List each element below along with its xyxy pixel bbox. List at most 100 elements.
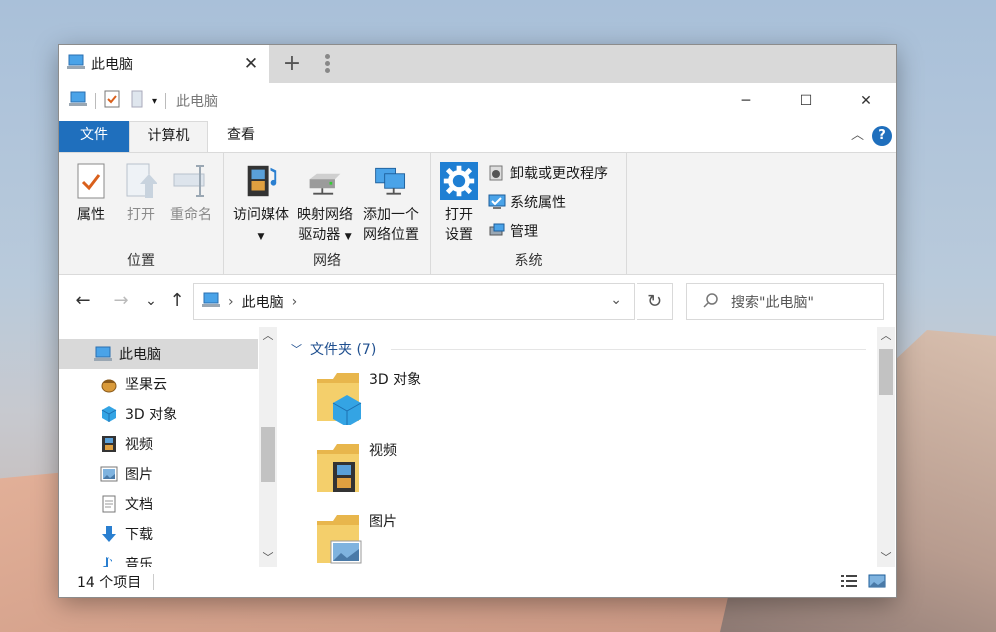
add-location-label-2: 网络位置 xyxy=(363,227,419,243)
up-button[interactable]: ↑ xyxy=(165,289,189,313)
add-location-label-1: 添加一个 xyxy=(363,207,419,223)
tab-view[interactable]: 查看 xyxy=(209,121,273,152)
manage-label: 管理 xyxy=(510,224,538,240)
open-icon xyxy=(122,159,160,203)
scroll-down-icon[interactable]: ﹀ xyxy=(877,549,895,567)
nav-item-3d-objects[interactable]: 3D 对象 xyxy=(59,399,258,429)
nav-item-label: 文档 xyxy=(125,497,153,513)
folder-pictures-icon xyxy=(313,511,365,567)
nav-item-videos[interactable]: 视频 xyxy=(59,429,258,459)
refresh-button[interactable]: ↻ xyxy=(637,283,673,320)
dropdown-arrow-icon: ▼ xyxy=(344,232,352,242)
tab-computer[interactable]: 计算机 xyxy=(129,121,208,152)
folders-section-header[interactable]: ﹀ 文件夹 (7) xyxy=(291,339,866,359)
nav-item-label: 图片 xyxy=(125,467,153,483)
minimize-button[interactable]: ─ xyxy=(716,83,776,119)
new-tab-button[interactable]: + xyxy=(281,52,303,76)
folder-name: 图片 xyxy=(369,514,397,530)
rename-icon xyxy=(172,159,210,203)
breadcrumb-this-pc[interactable]: 此电脑 xyxy=(242,292,284,312)
forward-button[interactable]: → xyxy=(109,289,133,313)
content-scrollbar[interactable]: ︿ ﹀ xyxy=(877,327,895,567)
recent-locations-button[interactable]: ⌄ xyxy=(139,289,163,313)
nav-item-pictures[interactable]: 图片 xyxy=(59,459,258,489)
section-title: 文件夹 (7) xyxy=(310,342,377,358)
uninstall-button[interactable]: 卸载或更改程序 xyxy=(487,163,608,183)
nav-item-documents[interactable]: 文档 xyxy=(59,489,258,519)
properties-qa-icon[interactable] xyxy=(104,90,120,112)
large-icons-view-icon[interactable] xyxy=(868,574,886,592)
nav-item-downloads[interactable]: 下载 xyxy=(59,519,258,549)
address-bar[interactable]: › 此电脑 › ⌄ xyxy=(193,283,635,320)
tab-file[interactable]: 文件 xyxy=(59,121,129,152)
network-location-icon xyxy=(372,159,410,203)
tab-close-button[interactable]: ✕ xyxy=(241,54,261,74)
search-icon xyxy=(703,292,719,312)
add-network-location-button[interactable]: 添加一个 网络位置 xyxy=(357,159,425,245)
scrollbar-thumb[interactable] xyxy=(261,427,275,482)
access-media-button[interactable]: 访问媒体 ▼ xyxy=(229,159,293,247)
folder-3d-icon xyxy=(313,369,365,427)
video-icon xyxy=(99,434,119,454)
scroll-up-icon[interactable]: ︿ xyxy=(259,327,277,345)
scroll-up-icon[interactable]: ︿ xyxy=(877,327,895,345)
nutstore-icon xyxy=(99,374,119,394)
group-network: 访问媒体 ▼ 映射网络 驱动器 ▼ 添加一个 网络位置 网络 xyxy=(224,153,431,274)
folder-name: 视频 xyxy=(369,443,397,459)
dropdown-arrow-icon: ▼ xyxy=(257,232,265,242)
open-button[interactable]: 打开 xyxy=(119,159,163,225)
details-view-icon[interactable] xyxy=(840,574,858,592)
nav-item-label: 下载 xyxy=(125,527,153,543)
breadcrumb-chevron-icon[interactable]: › xyxy=(228,294,234,310)
nav-item-this-pc[interactable]: 此电脑 xyxy=(59,339,258,369)
scroll-down-icon[interactable]: ﹀ xyxy=(259,549,277,567)
view-switcher xyxy=(840,574,886,592)
system-properties-label: 系统属性 xyxy=(510,195,566,211)
uninstall-icon xyxy=(487,163,507,183)
nav-item-label: 音乐 xyxy=(125,557,153,567)
item-count: 14 个项目 xyxy=(77,575,142,591)
properties-button[interactable]: 属性 xyxy=(69,159,113,225)
nav-item-nutstore[interactable]: 坚果云 xyxy=(59,369,258,399)
folder-videos[interactable]: 视频 xyxy=(313,440,397,496)
manage-button[interactable]: 管理 xyxy=(487,221,538,241)
customize-qa-icon[interactable]: ▾ xyxy=(152,96,157,107)
search-placeholder: 搜索"此电脑" xyxy=(731,294,814,311)
nav-pane-scrollbar[interactable]: ︿ ﹀ xyxy=(259,327,277,567)
maximize-button[interactable]: ☐ xyxy=(776,83,836,119)
map-network-drive-button[interactable]: 映射网络 驱动器 ▼ xyxy=(293,159,357,247)
scrollbar-thumb[interactable] xyxy=(879,349,893,395)
download-icon xyxy=(99,524,119,544)
nav-item-label: 坚果云 xyxy=(125,377,167,393)
folder-3d-objects[interactable]: 3D 对象 xyxy=(313,369,422,427)
new-folder-qa-icon[interactable] xyxy=(130,90,144,112)
settings-label-1: 打开 xyxy=(445,207,473,223)
nav-item-music[interactable]: 音乐 xyxy=(59,549,258,567)
system-properties-button[interactable]: 系统属性 xyxy=(487,192,566,212)
help-icon[interactable]: ? xyxy=(872,126,892,146)
ribbon-tabs: 文件 计算机 查看 ︿ ? xyxy=(59,121,896,152)
tab-menu-icon[interactable] xyxy=(321,53,333,75)
content-pane: ﹀ 文件夹 (7) 3D 对象 视频 图片 ︿ ﹀ xyxy=(277,327,896,567)
map-drive-label-1: 映射网络 xyxy=(297,207,353,223)
properties-icon xyxy=(72,159,110,203)
open-label: 打开 xyxy=(127,207,155,223)
chevron-down-icon[interactable]: ﹀ xyxy=(291,341,302,357)
address-dropdown-icon[interactable]: ⌄ xyxy=(610,292,622,308)
open-settings-button[interactable]: 打开 设置 xyxy=(437,159,481,245)
search-box[interactable]: 搜索"此电脑" xyxy=(686,283,884,320)
collapse-ribbon-icon[interactable]: ︿ xyxy=(851,124,864,143)
tab-this-pc[interactable]: 此电脑 ✕ xyxy=(59,45,269,83)
group-location: 属性 打开 重命名 位置 xyxy=(59,153,224,274)
folder-name: 3D 对象 xyxy=(369,372,422,388)
close-button[interactable]: ✕ xyxy=(836,83,896,119)
folder-pictures[interactable]: 图片 xyxy=(313,511,397,567)
rename-label: 重命名 xyxy=(170,207,212,223)
breadcrumb-chevron-icon[interactable]: › xyxy=(292,294,298,310)
rename-button[interactable]: 重命名 xyxy=(165,159,217,225)
this-pc-icon xyxy=(93,344,113,364)
ribbon: 属性 打开 重命名 位置 访问媒体 ▼ 映射网络 驱动器 ▼ 添加一个 网络位置… xyxy=(59,152,896,275)
nav-item-label: 视频 xyxy=(125,437,153,453)
back-button[interactable]: ← xyxy=(71,289,95,313)
window-controls: ─ ☐ ✕ xyxy=(716,83,896,119)
